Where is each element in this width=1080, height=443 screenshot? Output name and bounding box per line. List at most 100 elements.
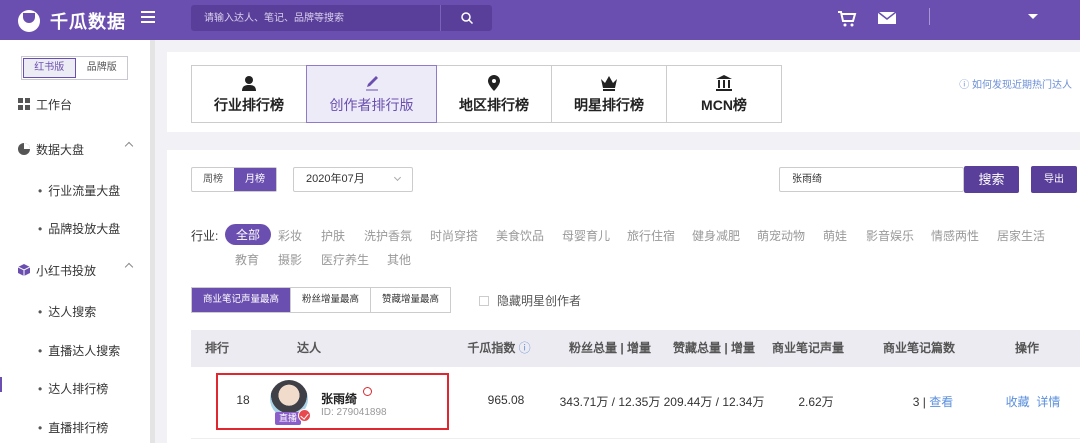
cart-icon[interactable] — [837, 11, 857, 27]
sidebar-subitem-live-creator-search[interactable]: 直播达人搜索 — [38, 342, 120, 359]
institution-icon — [716, 75, 732, 91]
detail-link[interactable]: 详情 — [1036, 395, 1060, 409]
cube-icon — [18, 264, 30, 276]
favorite-link[interactable]: 收藏 — [1006, 395, 1030, 409]
sidebar-scrollbar[interactable] — [150, 40, 155, 443]
user-icon — [242, 76, 256, 91]
active-marker — [0, 377, 2, 392]
metric-tab-business-volume[interactable]: 商业笔记声量最高 — [192, 288, 291, 312]
tab-label: MCN榜 — [701, 97, 747, 113]
menu-toggle-icon[interactable] — [141, 11, 155, 25]
sidebar-subitem-creator-ranking[interactable]: 达人排行榜 — [38, 380, 108, 397]
header-volume: 商业笔记声量 — [771, 341, 845, 355]
tab-mcn-ranking[interactable]: MCN榜 — [666, 65, 782, 123]
sidebar-subitem-industry-traffic[interactable]: 行业流量大盘 — [38, 182, 120, 199]
creator-search-input[interactable]: 张雨绮 — [779, 167, 964, 192]
global-search-input[interactable] — [191, 5, 441, 31]
sidebar-item-data-dashboard[interactable]: 数据大盘 — [0, 139, 150, 159]
version-red-book-button[interactable]: 红书版 — [23, 58, 76, 78]
pie-chart-icon — [18, 143, 30, 155]
header-likes: 赞藏总量 | 增量 — [672, 341, 756, 355]
header-fans: 粉丝总量 | 增量 — [568, 341, 652, 355]
version-brand-button[interactable]: 品牌版 — [77, 57, 128, 79]
chevron-down-icon — [393, 173, 402, 182]
global-search-button[interactable] — [440, 5, 492, 31]
tab-creator-ranking[interactable]: 创作者排行版 — [306, 65, 437, 123]
chevron-up-icon — [124, 141, 134, 151]
notes-count-cell: 3 | 查看 — [912, 395, 954, 409]
creator-name[interactable]: 张雨绮 — [321, 390, 357, 407]
fans-value: 343.71万 / 12.35万 — [559, 395, 661, 409]
sidebar-item-label: 数据大盘 — [36, 142, 85, 157]
help-link-label: 如何发现近期热门达人 — [972, 80, 1072, 91]
industry-chip[interactable]: 护肤 — [321, 227, 345, 244]
ranking-type-panel: 行业排行榜 创作者排行版 地区排行榜 明星排行榜 MCN榜 ⓘ 如何发现近期热门… — [167, 52, 1080, 132]
tab-star-ranking[interactable]: 明星排行榜 — [551, 65, 667, 123]
crown-icon — [601, 76, 617, 91]
industry-chip[interactable]: 情感两性 — [931, 227, 979, 244]
month-select[interactable]: 2020年07月 — [293, 167, 413, 192]
industry-chip[interactable]: 母婴育儿 — [562, 227, 610, 244]
tab-label: 明星排行榜 — [574, 97, 644, 113]
mail-icon[interactable] — [878, 11, 896, 25]
sidebar-item-label: 工作台 — [36, 97, 73, 112]
metric-tab-fans-increase[interactable]: 粉丝增量最高 — [290, 288, 370, 312]
notes-count-value: 3 — [912, 395, 920, 409]
metric-tab-likes-increase[interactable]: 赞藏增量最高 — [370, 288, 450, 312]
verified-check-icon — [298, 409, 311, 422]
industry-chip[interactable]: 摄影 — [278, 251, 302, 268]
industry-label: 行业: — [191, 229, 219, 243]
industry-chip[interactable]: 教育 — [235, 251, 259, 268]
industry-chip[interactable]: 旅行住宿 — [627, 227, 675, 244]
header-notes-count: 商业笔记篇数 — [882, 341, 956, 355]
sidebar-item-xhs-placement[interactable]: 小红书投放 — [0, 260, 150, 280]
export-button[interactable]: 导出 — [1031, 166, 1077, 193]
industry-chip[interactable]: 居家生活 — [997, 227, 1045, 244]
help-circle-icon[interactable]: ⓘ — [519, 341, 531, 355]
tab-region-ranking[interactable]: 地区排行榜 — [436, 65, 552, 123]
industry-chip[interactable]: 影音娱乐 — [866, 227, 914, 244]
industry-chip[interactable]: 彩妆 — [278, 227, 302, 244]
sidebar-subitem-live-ranking[interactable]: 直播排行榜 — [38, 419, 108, 436]
industry-chip[interactable]: 美食饮品 — [496, 227, 544, 244]
hide-star-label: 隐藏明星创作者 — [497, 294, 582, 308]
header-creator: 达人 — [296, 341, 322, 355]
industry-chip[interactable]: 洗护香氛 — [364, 227, 412, 244]
industry-chip[interactable]: 其他 — [387, 251, 411, 268]
top-divider — [929, 8, 930, 25]
logo[interactable]: 千瓜数据 — [18, 8, 126, 34]
ranking-content-panel: 周榜 月榜 2020年07月 张雨绮 搜索 导出 行业: 全部 彩妆 护肤 洗护… — [167, 150, 1080, 443]
table-row: 18 直播 张雨绮 ID: 279041898 965.08 343.71万 /… — [191, 367, 1080, 439]
tab-label: 创作者排行版 — [329, 97, 414, 113]
version-toggle: 红书版 品牌版 — [21, 56, 128, 80]
period-monthly-button[interactable]: 月榜 — [234, 168, 276, 191]
month-select-value: 2020年07月 — [306, 173, 365, 185]
chevron-up-icon — [124, 262, 134, 272]
creator-id: ID: 279041898 — [321, 407, 387, 418]
industry-chip-all[interactable]: 全部 — [225, 224, 272, 245]
period-weekly-button[interactable]: 周榜 — [192, 168, 234, 191]
sidebar-item-label: 小红书投放 — [36, 263, 97, 278]
header-index-label: 千瓜指数 — [467, 341, 516, 355]
volume-value: 2.62万 — [798, 395, 834, 409]
ranking-tabs: 行业排行榜 创作者排行版 地区排行榜 明星排行榜 MCN榜 — [191, 65, 782, 123]
industry-chip[interactable]: 时尚穿搭 — [430, 227, 478, 244]
help-link[interactable]: ⓘ 如何发现近期热门达人 — [959, 76, 1072, 91]
sidebar-item-workbench[interactable]: 工作台 — [0, 94, 150, 114]
sidebar-subitem-creator-search[interactable]: 达人搜索 — [38, 303, 96, 320]
search-button[interactable]: 搜索 — [964, 166, 1019, 193]
checkbox-box[interactable] — [479, 295, 489, 306]
hide-star-checkbox[interactable]: 隐藏明星创作者 — [479, 292, 581, 309]
question-circle-icon: ⓘ — [959, 80, 970, 91]
industry-chip[interactable]: 萌宠动物 — [757, 227, 805, 244]
tab-industry-ranking[interactable]: 行业排行榜 — [191, 65, 307, 123]
industry-chip[interactable]: 医疗养生 — [321, 251, 369, 268]
sidebar-subitem-brand-placement[interactable]: 品牌投放大盘 — [38, 220, 120, 237]
tab-label: 地区排行榜 — [459, 97, 529, 113]
industry-chip[interactable]: 健身减肥 — [692, 227, 740, 244]
industry-chip[interactable]: 萌娃 — [823, 227, 847, 244]
index-value: 965.08 — [487, 393, 525, 407]
top-bar: 千瓜数据 — [0, 0, 1080, 40]
user-menu-chevron-down-icon[interactable] — [1028, 14, 1038, 19]
notes-view-link[interactable]: 查看 — [929, 395, 953, 409]
